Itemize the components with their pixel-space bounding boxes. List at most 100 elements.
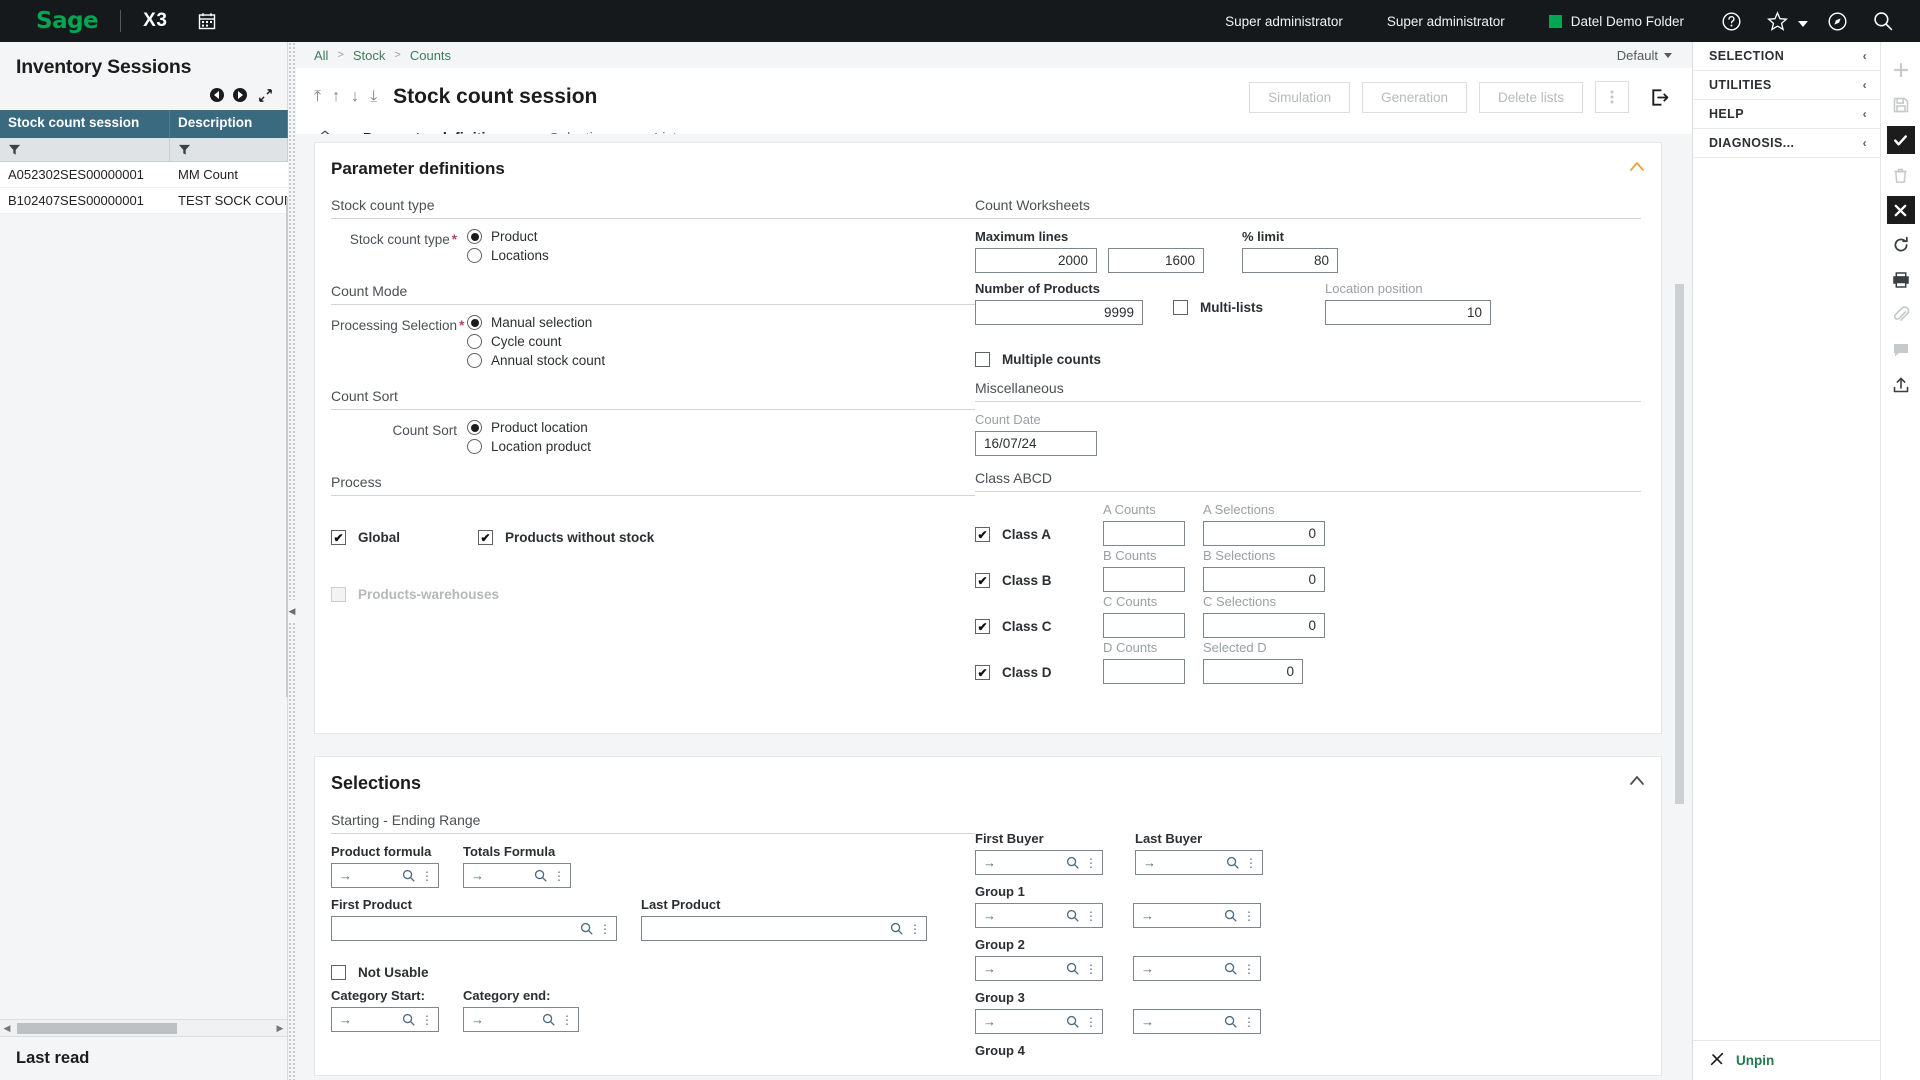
go-arrow-icon[interactable]: → — [983, 1014, 996, 1029]
go-arrow-icon[interactable]: → — [1143, 855, 1156, 870]
checkbox-global[interactable]: ✔ Global — [331, 530, 400, 545]
input-group3-start[interactable]: → ⋮ — [975, 1009, 1103, 1034]
checkbox-multiple-counts[interactable]: Multiple counts — [975, 352, 1641, 367]
input-group1-end[interactable]: → ⋮ — [1133, 903, 1261, 928]
radio-locations[interactable]: Locations — [467, 248, 549, 263]
panel-section-help[interactable]: HELP ‹ — [1693, 100, 1880, 129]
search-icon[interactable] — [890, 922, 903, 935]
input-maximum-lines[interactable]: 2000 — [975, 248, 1097, 273]
previous-record-icon[interactable]: ↑ — [332, 89, 340, 105]
more-options-icon[interactable]: ⋮ — [1243, 1016, 1255, 1028]
input-d-counts[interactable] — [1103, 659, 1185, 684]
go-arrow-icon[interactable]: → — [471, 1012, 484, 1027]
more-options-icon[interactable]: ⋮ — [1245, 857, 1257, 869]
comment-icon[interactable] — [1887, 336, 1915, 364]
table-row[interactable]: B102407SES00000001 TEST SOCK COUNT — [0, 188, 288, 214]
go-arrow-icon[interactable]: → — [983, 908, 996, 923]
input-c-counts[interactable] — [1103, 613, 1185, 638]
go-arrow-icon[interactable]: → — [471, 868, 484, 883]
table-row[interactable]: A052302SES00000001 MM Count — [0, 162, 288, 188]
next-page-icon[interactable] — [232, 87, 248, 103]
more-options-icon[interactable]: ⋮ — [561, 1014, 573, 1026]
input-group2-end[interactable]: → ⋮ — [1133, 956, 1261, 981]
search-icon[interactable] — [1066, 1015, 1079, 1028]
input-number-of-products[interactable]: 9999 — [975, 300, 1143, 325]
panel-splitter[interactable] — [288, 42, 296, 1080]
delete-lists-button[interactable]: Delete lists — [1478, 81, 1583, 113]
generation-button[interactable]: Generation — [1362, 81, 1467, 113]
input-last-product[interactable]: ⋮ — [641, 916, 927, 941]
search-icon[interactable] — [1066, 962, 1079, 975]
scroll-right-icon[interactable]: ▶ — [273, 1023, 287, 1034]
radio-product[interactable]: Product — [467, 229, 549, 244]
search-icon[interactable] — [1066, 856, 1079, 869]
refresh-icon[interactable] — [1887, 231, 1915, 259]
confirm-icon[interactable] — [1886, 126, 1915, 154]
radio-cycle-count[interactable]: Cycle count — [467, 334, 605, 349]
add-icon[interactable] — [1887, 56, 1915, 84]
checkbox-class-d[interactable]: ✔ Class D — [975, 665, 1103, 680]
expand-icon[interactable] — [258, 88, 273, 103]
search-icon[interactable] — [1224, 1015, 1237, 1028]
more-options-icon[interactable]: ⋮ — [421, 870, 433, 882]
more-options-icon[interactable]: ⋮ — [1085, 1016, 1097, 1028]
go-arrow-icon[interactable]: → — [1141, 961, 1154, 976]
checkbox-class-b[interactable]: ✔ Class B — [975, 573, 1103, 588]
go-arrow-icon[interactable]: → — [339, 868, 352, 883]
more-options-icon[interactable]: ⋮ — [1085, 857, 1097, 869]
more-options-icon[interactable]: ⋮ — [599, 923, 611, 935]
column-header-description[interactable]: Description — [170, 110, 288, 138]
collapse-icon[interactable] — [1629, 773, 1645, 794]
input-first-product[interactable]: ⋮ — [331, 916, 617, 941]
radio-location-product[interactable]: Location product — [467, 439, 591, 454]
next-record-icon[interactable]: ↓ — [351, 89, 359, 105]
more-options-icon[interactable]: ⋮ — [421, 1014, 433, 1026]
input-location-position[interactable]: 10 — [1325, 300, 1491, 325]
filter-icon-description[interactable] — [170, 138, 288, 161]
chevron-down-icon[interactable] — [1798, 20, 1808, 27]
search-icon[interactable] — [402, 1013, 415, 1026]
main-vertical-scrollbar[interactable] — [1675, 284, 1684, 804]
panel-section-selection[interactable]: SELECTION ‹ — [1693, 42, 1880, 71]
print-icon[interactable] — [1887, 266, 1915, 294]
unpin-button[interactable]: Unpin — [1693, 1040, 1880, 1080]
records-horizontal-scrollbar[interactable]: ◀ ▶ — [0, 1019, 287, 1036]
input-selected-d[interactable]: 0 — [1203, 659, 1303, 684]
search-icon[interactable] — [1224, 962, 1237, 975]
input-count-date[interactable]: 16/07/24 — [975, 431, 1097, 456]
splitter-collapse-handle[interactable]: ◀ — [288, 600, 296, 622]
checkbox-not-usable[interactable]: Not Usable — [331, 965, 975, 980]
go-arrow-icon[interactable]: → — [983, 855, 996, 870]
input-totals-formula[interactable]: → ⋮ — [463, 863, 571, 888]
attachment-icon[interactable] — [1887, 301, 1915, 329]
input-last-buyer[interactable]: → ⋮ — [1135, 850, 1263, 875]
simulation-button[interactable]: Simulation — [1249, 81, 1351, 113]
input-percent-limit[interactable]: 80 — [1242, 248, 1338, 273]
more-options-icon[interactable]: ⋮ — [1243, 963, 1255, 975]
go-arrow-icon[interactable]: → — [1141, 1014, 1154, 1029]
checkbox-class-c[interactable]: ✔ Class C — [975, 619, 1103, 634]
radio-manual-selection[interactable]: Manual selection — [467, 315, 605, 330]
input-product-formula[interactable]: → ⋮ — [331, 863, 439, 888]
search-icon[interactable] — [1066, 909, 1079, 922]
more-options-icon[interactable] — [1595, 81, 1629, 113]
product-name-x3[interactable]: X3 — [143, 10, 167, 32]
user-label-left[interactable]: Super administrator — [1225, 14, 1343, 29]
input-category-end[interactable]: → ⋮ — [463, 1007, 579, 1032]
exit-icon[interactable] — [1649, 87, 1670, 108]
sage-logo[interactable]: Sage — [36, 8, 99, 34]
go-arrow-icon[interactable]: → — [339, 1012, 352, 1027]
delete-icon[interactable] — [1887, 161, 1915, 189]
input-b-selections[interactable]: 0 — [1203, 567, 1325, 592]
calendar-icon[interactable] — [197, 11, 217, 31]
checkbox-class-a[interactable]: ✔ Class A — [975, 527, 1103, 542]
column-header-session[interactable]: Stock count session — [0, 110, 170, 138]
input-group1-start[interactable]: → ⋮ — [975, 903, 1103, 928]
search-icon[interactable] — [1868, 6, 1898, 36]
checkbox-multi-lists[interactable]: Multi-lists — [1173, 300, 1325, 315]
panel-section-diagnosis[interactable]: DIAGNOSIS... ‹ — [1693, 129, 1880, 158]
filter-icon-session[interactable] — [0, 138, 170, 161]
export-icon[interactable] — [1887, 371, 1915, 399]
input-group2-start[interactable]: → ⋮ — [975, 956, 1103, 981]
input-category-start[interactable]: → ⋮ — [331, 1007, 439, 1032]
